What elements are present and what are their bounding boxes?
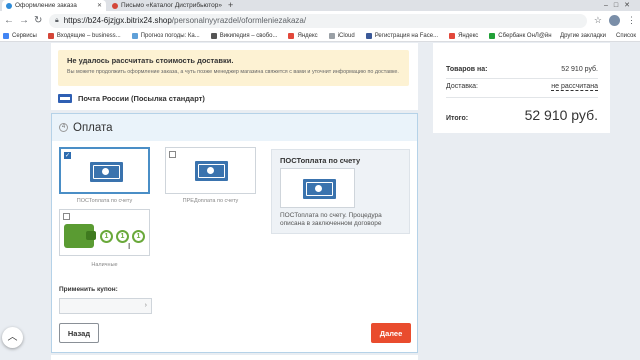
- payment-header: 4 Оплата: [52, 114, 417, 141]
- url-path: /personalnyyrazdel/oformleniezakaza/: [171, 16, 307, 25]
- tab-title: Письмо «Каталог Дистрибьютор»: [121, 2, 222, 9]
- bookmark-item[interactable]: Википедия – свобо...: [210, 32, 277, 39]
- banknote-icon: [90, 162, 123, 182]
- gmail-icon: [47, 32, 54, 39]
- total-label: Итого:: [446, 115, 469, 122]
- other-bookmarks[interactable]: Другие закладки: [560, 33, 606, 39]
- tab-close-icon[interactable]: ✕: [222, 2, 224, 9]
- bookmark-item[interactable]: Яндекс: [449, 32, 478, 39]
- tab-favicon-icon: [6, 2, 12, 9]
- address-bar-row: ← → ↻ 🔒︎ https://b24-6jzjgx.bitrix24.sho…: [0, 11, 640, 30]
- reading-list[interactable]: Список: [616, 33, 636, 39]
- yandex-icon: [449, 32, 456, 39]
- payment-method-prepay[interactable]: [165, 147, 256, 194]
- checkout-main-column: Не удалось рассчитать стоимость доставки…: [51, 43, 418, 360]
- delivery-service: Почта России (Посылка стандарт): [58, 94, 205, 103]
- next-button[interactable]: Далее: [371, 323, 411, 343]
- payment-method-cash[interactable]: 1 1 1: [59, 209, 150, 256]
- window-controls[interactable]: –□✕: [604, 0, 636, 11]
- bookmark-item[interactable]: iCloud: [328, 32, 355, 39]
- forward-arrow-icon[interactable]: →: [19, 15, 29, 26]
- bookmark-item[interactable]: Входящие – business...: [47, 32, 121, 39]
- browser-tab-active[interactable]: Оформление заказа ✕: [2, 0, 106, 11]
- bookmark-item[interactable]: Прогноз погоды: Ка...: [131, 32, 200, 39]
- delivery-value: не рассчитана: [551, 83, 598, 91]
- summary-goods-row: Товаров на: 52 910 руб.: [446, 66, 598, 73]
- warning-title: Не удалось рассчитать стоимость доставки…: [67, 56, 234, 65]
- payment-title: Оплата: [73, 121, 113, 134]
- description-title: ПОСТоплата по счету: [280, 156, 361, 165]
- scroll-up-chevron-icon[interactable]: ︿: [2, 327, 23, 348]
- summary-delivery-row: Доставка: не рассчитана: [446, 83, 598, 91]
- url-host: https://b24-6jzjgx.bitrix24.shop: [63, 16, 172, 25]
- banknote-icon: [195, 161, 228, 181]
- total-value: 52 910 руб.: [524, 107, 598, 123]
- coupon-input[interactable]: ›: [59, 298, 152, 314]
- tab-favicon-icon: [112, 2, 118, 9]
- browser-tab-bar: Оформление заказа ✕ Письмо «Каталог Дист…: [0, 0, 640, 11]
- description-image: [280, 168, 355, 208]
- summary-total-row: Итого: 52 910 руб.: [446, 107, 598, 123]
- tab-close-icon[interactable]: ✕: [93, 2, 102, 9]
- checkbox[interactable]: [169, 151, 176, 158]
- profile-avatar[interactable]: [609, 15, 620, 26]
- order-summary: Товаров на: 52 910 руб. Доставка: не рас…: [433, 43, 610, 133]
- payment-method-label: ПОСТоплата по счету: [76, 198, 133, 204]
- bookmark-item[interactable]: Регистрация на Face...: [365, 32, 438, 39]
- bookmark-item[interactable]: Сбербанк ОнЛ@йн: [489, 32, 552, 39]
- wikipedia-icon: [210, 32, 217, 39]
- browser-tab[interactable]: Письмо «Каталог Дистрибьютор» ✕: [108, 0, 224, 11]
- star-icon[interactable]: ☆: [594, 15, 602, 26]
- facebook-icon: [365, 32, 372, 39]
- back-arrow-icon[interactable]: ←: [4, 15, 14, 26]
- payment-method-label: ПРЕДоплата по счету: [182, 198, 239, 204]
- divider: [446, 78, 598, 79]
- bookmark-item[interactable]: Яндекс: [288, 32, 318, 39]
- apps-grid-icon: [3, 32, 9, 39]
- menu-dots-icon[interactable]: ⋮: [627, 15, 636, 26]
- goods-value: 52 910 руб.: [561, 66, 598, 73]
- chevron-right-icon[interactable]: ›: [145, 302, 147, 309]
- banknote-icon: [303, 179, 336, 199]
- bookmark-item[interactable]: Сервисы: [3, 32, 37, 39]
- payment-method-label: Наличные: [91, 262, 118, 268]
- bookmarks-bar: Сервисы Входящие – business... Прогноз п…: [0, 30, 640, 42]
- next-section: [51, 355, 418, 360]
- description-text: ПОСТоплата по счету. Процедура описана в…: [280, 212, 382, 227]
- bookmarks-right: Другие закладки Список: [560, 30, 636, 42]
- delivery-warning: Не удалось рассчитать стоимость доставки…: [58, 50, 409, 86]
- russian-post-icon: [58, 94, 72, 103]
- delivery-section: Не удалось рассчитать стоимость доставки…: [51, 43, 418, 110]
- tab-title: Оформление заказа: [15, 2, 77, 9]
- delivery-service-name: Почта России (Посылка стандарт): [78, 94, 205, 103]
- lock-icon: 🔒︎: [55, 16, 59, 24]
- coupon-label: Применить купон:: [59, 286, 118, 293]
- delivery-label: Доставка:: [446, 83, 479, 90]
- apple-icon: [328, 32, 335, 39]
- goods-label: Товаров на:: [446, 66, 488, 73]
- payment-method-postpay[interactable]: ✓: [59, 147, 150, 194]
- warning-text: Вы можете продолжить оформление заказа, …: [67, 69, 399, 75]
- sberbank-icon: [489, 32, 496, 39]
- new-tab-plus-icon[interactable]: +: [228, 0, 233, 11]
- text-cursor-icon: I: [128, 242, 131, 251]
- step-number-badge: 4: [59, 123, 68, 132]
- wallet-coins-icon: 1 1 1: [64, 218, 146, 252]
- page-content: Не удалось рассчитать стоимость доставки…: [0, 43, 640, 360]
- divider: [446, 97, 598, 98]
- toolbar-right: ☆ ⋮: [594, 15, 636, 26]
- back-button[interactable]: Назад: [59, 323, 99, 343]
- weather-icon: [131, 32, 138, 39]
- checkbox-checked[interactable]: ✓: [64, 152, 71, 159]
- payment-section: 4 Оплата ✓ ПОСТоплата по счету ПРЕДоплат…: [51, 113, 418, 353]
- reload-icon[interactable]: ↻: [34, 15, 42, 26]
- payment-description: ПОСТоплата по счету ПОСТоплата по счету.…: [271, 149, 410, 234]
- yandex-icon: [288, 32, 295, 39]
- url-field[interactable]: 🔒︎ https://b24-6jzjgx.bitrix24.shop/pers…: [49, 13, 587, 28]
